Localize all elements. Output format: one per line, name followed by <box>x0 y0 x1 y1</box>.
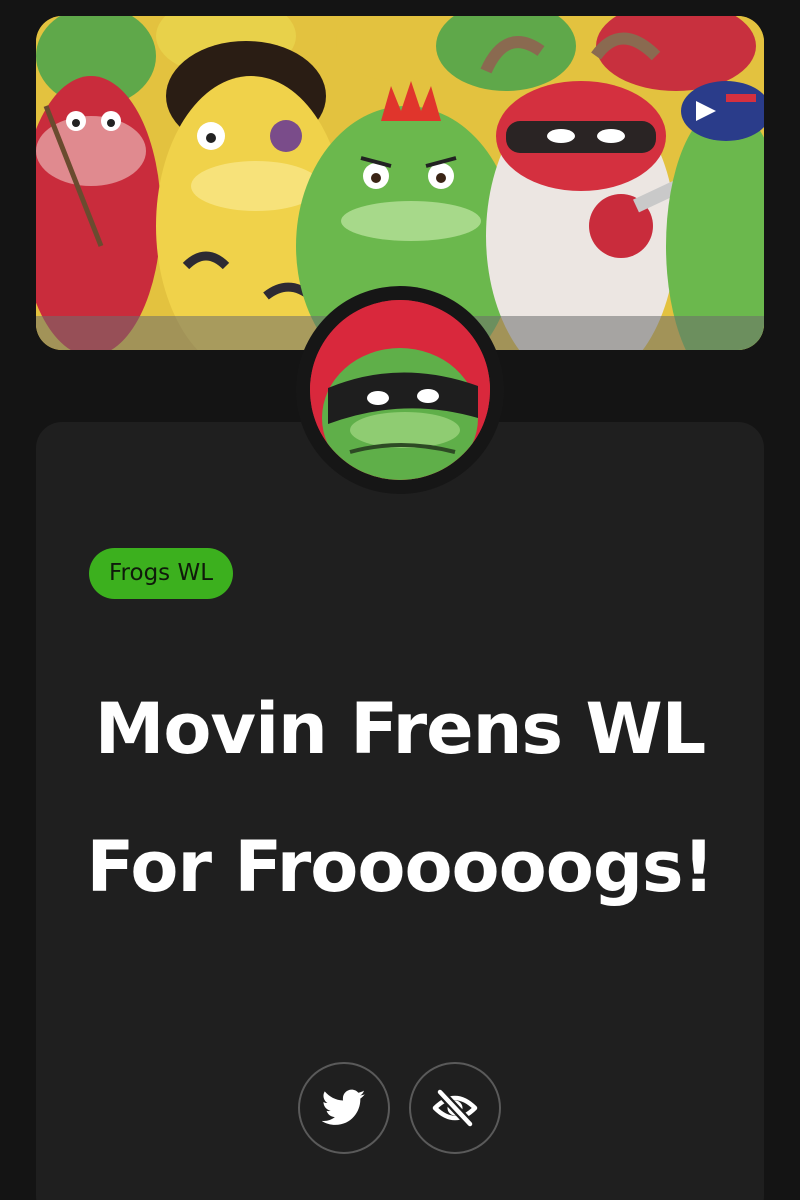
category-badge[interactable]: Frogs WL <box>89 548 234 599</box>
page: Frogs WL Movin Frens WL For Froooooogs! <box>0 0 800 1200</box>
hide-button[interactable] <box>409 1062 501 1154</box>
twitter-button[interactable] <box>298 1062 390 1154</box>
eye-off-icon <box>432 1088 478 1128</box>
avatar-image <box>310 300 490 480</box>
masked-frog-avatar <box>310 300 490 480</box>
twitter-icon <box>322 1089 366 1125</box>
avatar[interactable] <box>296 286 504 494</box>
page-title: Movin Frens WL For Froooooogs! <box>86 688 714 908</box>
